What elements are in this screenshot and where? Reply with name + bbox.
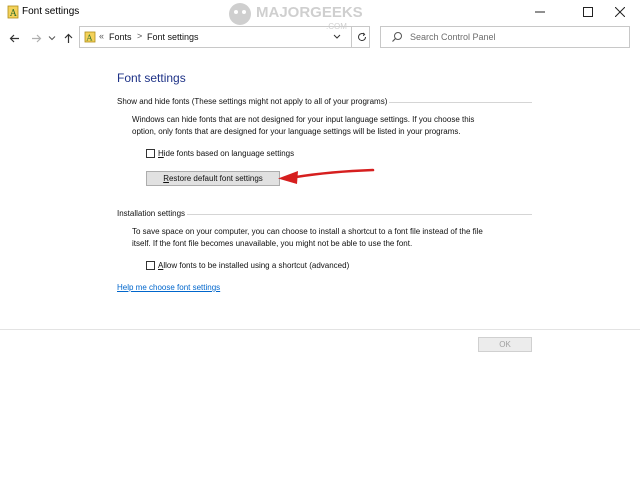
arrow-left-icon bbox=[9, 34, 19, 42]
footer-divider bbox=[0, 329, 640, 330]
arrow-up-icon bbox=[64, 33, 72, 43]
recent-locations-button[interactable] bbox=[44, 30, 60, 46]
show-hide-description: Windows can hide fonts that are not desi… bbox=[132, 114, 474, 138]
shortcut-install-label[interactable]: Allow fonts to be installed using a shor… bbox=[158, 261, 349, 270]
restore-button-label: estore default font settings bbox=[168, 174, 263, 183]
svg-text:A: A bbox=[86, 34, 93, 43]
hide-fonts-label-text: ide fonts based on language settings bbox=[163, 149, 295, 158]
back-button[interactable] bbox=[6, 30, 22, 46]
maximize-icon bbox=[583, 7, 593, 17]
svg-text:A: A bbox=[9, 9, 17, 19]
font-folder-icon: A bbox=[84, 31, 96, 43]
shortcut-install-label-text: llow fonts to be installed using a short… bbox=[163, 261, 350, 270]
shortcut-install-checkbox[interactable] bbox=[146, 261, 155, 270]
arrow-right-icon bbox=[31, 34, 41, 42]
search-input[interactable]: Search Control Panel bbox=[410, 32, 496, 42]
search-icon bbox=[392, 32, 402, 42]
group-label-show-hide: Show and hide fonts (These settings migh… bbox=[117, 97, 390, 106]
restore-default-button[interactable]: Restore default font settings bbox=[146, 171, 280, 186]
forward-button[interactable] bbox=[28, 30, 44, 46]
ok-button[interactable]: OK bbox=[478, 337, 532, 352]
breadcrumb-font-settings[interactable]: Font settings bbox=[147, 32, 199, 42]
font-app-icon: A bbox=[7, 5, 19, 19]
page-title: Font settings bbox=[117, 71, 186, 85]
search-box[interactable]: Search Control Panel bbox=[380, 26, 630, 48]
close-icon bbox=[615, 7, 625, 17]
refresh-icon bbox=[357, 32, 366, 42]
close-button[interactable] bbox=[600, 0, 640, 24]
address-bar[interactable]: A « Fonts > Font settings bbox=[79, 26, 370, 48]
breadcrumb-overflow[interactable]: « bbox=[99, 31, 104, 41]
chevron-down-icon bbox=[333, 34, 341, 39]
title-bar: A Font settings MAJORGEEKS .COM bbox=[0, 0, 640, 31]
minimize-button[interactable] bbox=[520, 0, 560, 24]
installation-description-line2: itself. If the font file becomes unavail… bbox=[132, 239, 413, 248]
breadcrumb-separator: > bbox=[137, 31, 143, 41]
hide-fonts-checkbox[interactable] bbox=[146, 149, 155, 158]
chevron-down-icon bbox=[48, 36, 56, 41]
watermark-text: MAJORGEEKS bbox=[256, 4, 363, 21]
help-link[interactable]: Help me choose font settings bbox=[117, 283, 220, 292]
show-hide-description-line1: Windows can hide fonts that are not desi… bbox=[132, 115, 475, 124]
annotation-arrow bbox=[278, 168, 375, 184]
address-dropdown[interactable] bbox=[333, 30, 341, 46]
window-title: Font settings bbox=[22, 6, 80, 17]
group-label-installation: Installation settings bbox=[117, 209, 188, 218]
up-button[interactable] bbox=[60, 30, 76, 46]
breadcrumb-fonts[interactable]: Fonts bbox=[109, 32, 132, 42]
minimize-icon bbox=[535, 11, 545, 13]
refresh-button[interactable] bbox=[351, 27, 371, 47]
installation-description: To save space on your computer, you can … bbox=[132, 226, 483, 250]
show-hide-description-line2: option, only fonts that are designed for… bbox=[132, 127, 461, 136]
hide-fonts-label[interactable]: Hide fonts based on language settings bbox=[158, 149, 294, 158]
installation-description-line1: To save space on your computer, you can … bbox=[132, 227, 483, 236]
